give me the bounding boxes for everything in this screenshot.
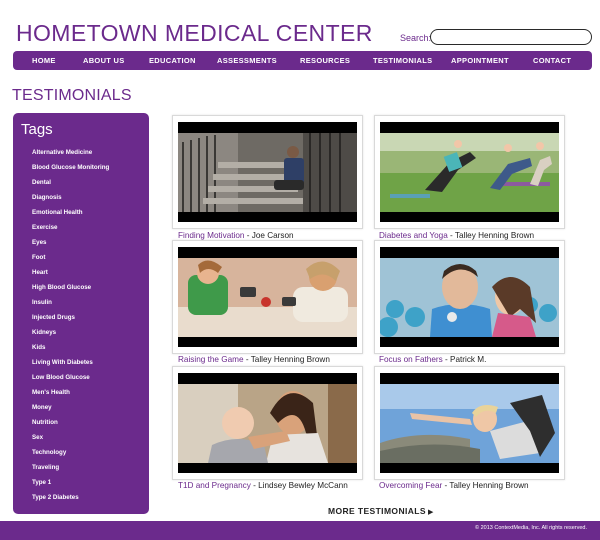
more-testimonials-label: MORE TESTIMONIALS (328, 506, 426, 516)
video-card (374, 240, 565, 354)
tag-link[interactable]: Alternative Medicine (32, 148, 109, 163)
nav-item-about-us[interactable]: ABOUT US (83, 51, 125, 70)
video-title-link[interactable]: Diabetes and Yoga (379, 231, 448, 240)
nav-item-assessments[interactable]: ASSESSMENTS (217, 51, 277, 70)
tag-link[interactable]: Kidneys (32, 328, 109, 343)
tag-link[interactable]: Nutrition (32, 418, 109, 433)
video-title-link[interactable]: Overcoming Fear (379, 481, 442, 490)
caption-separator: - (244, 231, 252, 240)
sidebar-title: Tags (21, 121, 53, 138)
tag-link[interactable]: Foot (32, 253, 109, 268)
copyright-text: © 2013 ContextMedia, Inc. All rights res… (475, 525, 587, 531)
tag-link[interactable]: Type 2 Diabetes (32, 493, 109, 508)
video-thumbnail-overcoming-fear[interactable] (380, 373, 559, 473)
page-heading: TESTIMONIALS (12, 87, 132, 104)
tag-link[interactable]: Dental (32, 178, 109, 193)
play-arrow-icon: ▶ (427, 509, 434, 516)
tag-link[interactable]: Men's Health (32, 388, 109, 403)
tag-link[interactable]: Type 1 (32, 478, 109, 493)
video-thumbnail-focus-on-fathers[interactable] (380, 247, 559, 347)
tag-link[interactable]: Heart (32, 268, 109, 283)
tags-sidebar: Tags Alternative Medicine Blood Glucose … (13, 113, 149, 514)
video-thumbnail-t1d-and-pregnancy[interactable] (178, 373, 357, 473)
tag-link[interactable]: Low Blood Glucose (32, 373, 109, 388)
video-author: Patrick M. (450, 355, 487, 364)
video-card (172, 115, 363, 229)
caption-separator: - (447, 231, 455, 240)
video-author: Talley Henning Brown (454, 231, 535, 240)
tag-list: Alternative Medicine Blood Glucose Monit… (32, 148, 109, 508)
video-author: Joe Carson (251, 231, 294, 240)
tag-link[interactable]: Diagnosis (32, 193, 109, 208)
video-caption: Diabetes and Yoga - Talley Henning Brown (379, 231, 534, 240)
site-title: HOMETOWN MEDICAL CENTER (16, 20, 373, 46)
nav-item-home[interactable]: HOME (32, 51, 56, 70)
tag-link[interactable]: Exercise (32, 223, 109, 238)
video-caption: Overcoming Fear - Talley Henning Brown (379, 481, 529, 490)
video-card (172, 366, 363, 480)
video-title-link[interactable]: Raising the Game (178, 355, 244, 364)
video-caption: Focus on Fathers - Patrick M. (379, 355, 486, 364)
video-card (374, 115, 565, 229)
caption-separator: - (442, 355, 450, 364)
tag-link[interactable]: Injected Drugs (32, 313, 109, 328)
footer: © 2013 ContextMedia, Inc. All rights res… (0, 521, 600, 540)
tag-link[interactable]: Sex (32, 433, 109, 448)
nav-item-education[interactable]: EDUCATION (149, 51, 196, 70)
tag-link[interactable]: Blood Glucose Monitoring (32, 163, 109, 178)
video-caption: Finding Motivation - Joe Carson (178, 231, 294, 240)
tag-link[interactable]: High Blood Glucose (32, 283, 109, 298)
tag-link[interactable]: Technology (32, 448, 109, 463)
search-label: Search: (400, 33, 432, 43)
video-card (172, 240, 363, 354)
nav-item-testimonials[interactable]: TESTIMONIALS (373, 51, 432, 70)
nav-item-resources[interactable]: RESOURCES (300, 51, 350, 70)
video-author: Talley Henning Brown (449, 481, 529, 490)
more-testimonials-link[interactable]: MORE TESTIMONIALS ▶ (328, 506, 434, 516)
video-title-link[interactable]: T1D and Pregnancy (178, 481, 251, 490)
video-caption: T1D and Pregnancy - Lindsey Bewley McCan… (178, 481, 348, 490)
tag-link[interactable]: Eyes (32, 238, 109, 253)
video-card (374, 366, 565, 480)
tag-link[interactable]: Money (32, 403, 109, 418)
video-author: Talley Henning Brown (250, 355, 330, 364)
nav-item-appointment[interactable]: APPOINTMENT (451, 51, 509, 70)
tag-link[interactable]: Living With Diabetes (32, 358, 109, 373)
tag-link[interactable]: Insulin (32, 298, 109, 313)
video-thumbnail-diabetes-and-yoga[interactable] (380, 122, 559, 222)
tag-link[interactable]: Emotional Health (32, 208, 109, 223)
nav-item-contact[interactable]: CONTACT (533, 51, 571, 70)
caption-separator: - (243, 355, 251, 364)
tag-link[interactable]: Traveling (32, 463, 109, 478)
search-input[interactable] (430, 29, 592, 45)
tag-link[interactable]: Kids (32, 343, 109, 358)
video-title-link[interactable]: Focus on Fathers (379, 355, 443, 364)
video-author: Lindsey Bewley McCann (258, 481, 348, 490)
main-nav: HOME ABOUT US EDUCATION ASSESSMENTS RESO… (13, 51, 592, 70)
video-caption: Raising the Game - Talley Henning Brown (178, 355, 330, 364)
video-thumbnail-raising-the-game[interactable] (178, 247, 357, 347)
video-thumbnail-finding-motivation[interactable] (178, 122, 357, 222)
video-title-link[interactable]: Finding Motivation (178, 231, 244, 240)
